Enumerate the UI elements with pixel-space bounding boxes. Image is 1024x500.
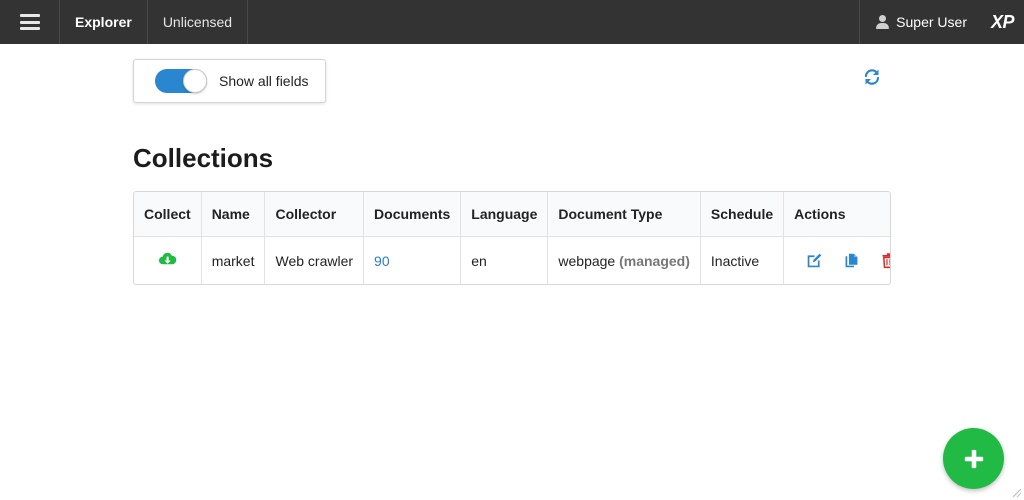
license-tab[interactable]: Unlicensed [148,0,249,44]
show-all-fields-label: Show all fields [219,73,309,89]
resize-handle-icon[interactable] [1012,488,1022,498]
top-bar: Explorer Unlicensed Super User XP [0,0,1024,44]
document-type-managed: (managed) [619,252,690,269]
copy-icon[interactable] [843,252,860,269]
col-collect[interactable]: Collect [134,192,202,237]
documents-count-link[interactable]: 90 [374,253,390,269]
toggle-knob [183,69,207,93]
language-cell: en [460,236,549,284]
page-title: Collections [133,143,274,173]
show-all-fields-card: Show all fields [133,59,326,103]
refresh-icon[interactable] [862,67,882,87]
collection-name: market [201,236,266,284]
col-documents[interactable]: Documents [363,192,462,237]
menu-button[interactable] [0,0,60,44]
user-name: Super User [896,14,967,30]
show-all-fields-toggle[interactable] [155,69,207,93]
cloud-download-icon[interactable] [158,250,177,269]
xp-logo[interactable]: XP [983,0,1024,44]
col-document-type[interactable]: Document Type [547,192,701,237]
table-row: market Web crawler 90 en webpage (manage… [134,236,891,284]
col-collector[interactable]: Collector [264,192,365,237]
edit-icon[interactable] [806,252,823,269]
collector-type: Web crawler [264,236,365,284]
hamburger-icon [19,14,40,30]
plus-icon [964,449,983,468]
user-menu[interactable]: Super User [859,0,983,44]
col-language[interactable]: Language [460,192,549,237]
table-header-row: Collect Name Collector Documents Languag… [134,192,890,237]
top-bar-spacer [248,0,859,44]
documents-cell: 90 [363,236,462,284]
app-name-tab[interactable]: Explorer [60,0,148,44]
document-type-cell: webpage (managed) [547,236,701,284]
collections-table: Collect Name Collector Documents Languag… [133,191,891,285]
col-schedule[interactable]: Schedule [700,192,785,237]
trash-icon[interactable] [880,252,891,269]
user-icon [876,15,890,29]
col-name[interactable]: Name [201,192,266,237]
col-actions: Actions [783,192,890,237]
document-type: webpage [558,252,616,269]
actions-cell [784,236,891,284]
add-collection-button[interactable] [943,428,1004,489]
schedule-cell: Inactive [700,236,785,284]
collect-cell [134,236,202,284]
